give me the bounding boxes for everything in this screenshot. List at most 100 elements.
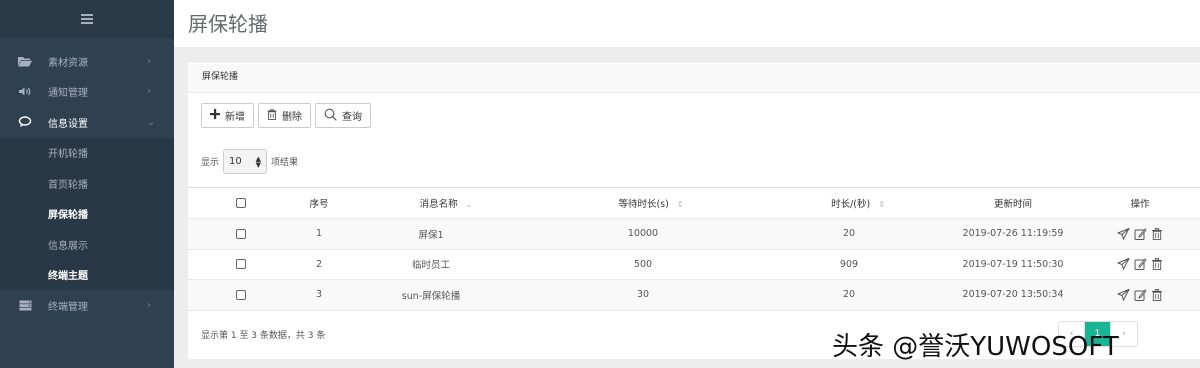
length-prefix: 显示 — [201, 158, 220, 168]
sidebar-subitem-label: 信息展示 — [48, 240, 88, 252]
cell-updated: 2019-07-20 13:50:34 — [962, 289, 1064, 301]
cell-index: 3 — [315, 289, 323, 301]
trash-icon[interactable] — [1152, 258, 1163, 271]
cell-name: 屏保1 — [418, 229, 444, 241]
page-length-value: 10 — [229, 156, 242, 167]
cell-name: 临时员工 — [411, 260, 451, 272]
add-button-label: 新增 — [225, 112, 245, 123]
chevron-down-icon: ⌄ — [147, 116, 156, 128]
sidebar-subitem-label: 终端主题 — [48, 271, 88, 283]
chat-icon — [18, 116, 32, 128]
sidebar-subitem-terminal-theme[interactable]: 终端主题 — [0, 260, 174, 291]
select-all-checkbox-cell — [236, 198, 246, 208]
sidebar-subitem-home-carousel[interactable]: 首页轮播 — [0, 168, 174, 199]
sidebar: 素材资源 › 通知管理 › 信息设置 ⌄ 开机轮播 首页轮播 屏保轮播 信息展示… — [0, 0, 174, 368]
delete-button[interactable]: 删除 — [258, 103, 311, 128]
cell-wait: 30 — [636, 289, 650, 301]
plus-icon — [210, 109, 220, 122]
sidebar-nav: 素材资源 › 通知管理 › 信息设置 ⌄ 开机轮播 首页轮播 屏保轮播 信息展示… — [0, 46, 174, 321]
trash-icon[interactable] — [1152, 288, 1163, 301]
column-header-wait-label: 等待时长(s) — [618, 199, 669, 210]
page-header: 屏保轮播 — [174, 0, 1200, 48]
sort-desc-icon: ⌄ — [465, 200, 473, 209]
folder-icon — [18, 55, 32, 67]
panel-title: 屏保轮播 — [188, 62, 1200, 93]
sidebar-subitem-label: 屏保轮播 — [48, 210, 88, 222]
table-info: 显示第 1 至 3 条数据，共 3 条 — [201, 331, 326, 341]
column-header-name[interactable]: 消息名称 ⌄ — [420, 196, 473, 210]
select-arrows-icon: ▲ ▼ — [255, 154, 262, 169]
chevron-right-icon: › — [147, 299, 151, 311]
row-checkbox[interactable] — [236, 228, 246, 239]
trash-icon[interactable] — [1152, 227, 1163, 240]
column-header-index[interactable]: 序号 — [309, 196, 328, 210]
cell-wait: 500 — [633, 258, 653, 270]
query-button[interactable]: 查询 — [315, 103, 371, 128]
cell-duration: 20 — [842, 289, 856, 301]
sidebar-subitem-label: 首页轮播 — [48, 179, 88, 191]
table-row: 2 临时员工 500 909 2019-07-19 11:50:30 — [188, 250, 1200, 280]
add-button[interactable]: 新增 — [201, 103, 254, 128]
table-row: 1 屏保1 10000 20 2019-07-26 11:19:59 — [188, 219, 1200, 250]
sidebar-item-materials[interactable]: 素材资源 › — [0, 46, 174, 77]
watermark: 头条 @誉沃YUWOSOFT — [832, 332, 1119, 362]
page-length-select[interactable]: 10 ▲ ▼ — [223, 149, 268, 174]
row-actions — [1117, 227, 1163, 240]
toolbar: 新增 删除 查询 — [201, 103, 371, 128]
table-header-row: 序号 消息名称 ⌄ 等待时长(s) ⇕ 时长/(秒) ⇕ 更新时间 操作 — [188, 188, 1200, 219]
cell-duration: 20 — [842, 228, 856, 240]
cell-duration: 909 — [839, 258, 859, 270]
trash-icon — [267, 108, 277, 123]
sidebar-item-label: 通知管理 — [48, 88, 88, 100]
sort-icon: ⇕ — [878, 200, 885, 209]
row-checkbox[interactable] — [236, 259, 246, 270]
column-header-wait[interactable]: 等待时长(s) ⇕ — [618, 196, 683, 210]
query-button-label: 查询 — [342, 112, 362, 123]
speaker-icon — [18, 86, 32, 98]
sidebar-subitem-boot-carousel[interactable]: 开机轮播 — [0, 138, 174, 169]
edit-icon[interactable] — [1134, 289, 1147, 301]
column-header-name-label: 消息名称 — [419, 199, 458, 210]
edit-icon[interactable] — [1134, 258, 1147, 271]
sidebar-subitem-screensaver-carousel[interactable]: 屏保轮播 — [0, 199, 174, 230]
sidebar-item-label: 终端管理 — [48, 301, 88, 313]
column-header-duration[interactable]: 时长/(秒) ⇕ — [831, 196, 885, 210]
column-header-duration-label: 时长/(秒) — [831, 199, 871, 210]
row-actions — [1117, 288, 1163, 301]
cell-index: 2 — [315, 258, 323, 270]
edit-icon[interactable] — [1134, 228, 1147, 240]
menu-toggle-icon[interactable] — [81, 14, 93, 24]
sidebar-item-info-settings[interactable]: 信息设置 ⌄ — [0, 107, 174, 138]
chevron-right-icon: › — [147, 86, 151, 98]
cell-wait: 10000 — [627, 228, 659, 240]
sidebar-header — [0, 0, 174, 38]
cell-name: sun-屏保轮播 — [401, 290, 461, 302]
send-icon[interactable] — [1117, 288, 1130, 301]
sort-icon: ⇕ — [676, 200, 684, 209]
length-suffix: 项结果 — [271, 158, 299, 168]
page-length-control: 显示 10 ▲ ▼ 项结果 — [201, 149, 298, 174]
send-icon[interactable] — [1117, 258, 1130, 271]
content-panel: 屏保轮播 新增 删除 查询 显示 10 ▲ ▼ 项结果 序号 消息名称 ⌄ 等待… — [188, 61, 1200, 359]
row-checkbox-cell — [236, 259, 246, 270]
send-icon[interactable] — [1117, 227, 1130, 240]
row-checkbox-cell — [236, 228, 246, 239]
column-header-updated[interactable]: 更新时间 — [994, 196, 1032, 210]
row-checkbox-cell — [236, 289, 246, 300]
select-all-checkbox[interactable] — [236, 198, 246, 208]
cell-updated: 2019-07-19 11:50:30 — [962, 258, 1064, 270]
data-table: 序号 消息名称 ⌄ 等待时长(s) ⇕ 时长/(秒) ⇕ 更新时间 操作 1 屏保1 … — [188, 187, 1200, 311]
sidebar-submenu: 开机轮播 首页轮播 屏保轮播 信息展示 终端主题 — [0, 137, 174, 291]
sidebar-subitem-label: 开机轮播 — [48, 149, 88, 161]
row-actions — [1117, 258, 1163, 271]
sidebar-item-notices[interactable]: 通知管理 › — [0, 77, 174, 108]
search-icon — [324, 108, 337, 124]
chevron-right-icon: › — [147, 55, 151, 67]
server-icon — [18, 299, 32, 311]
delete-button-label: 删除 — [282, 112, 302, 123]
cell-index: 1 — [315, 228, 323, 240]
sidebar-subitem-info-display[interactable]: 信息展示 — [0, 229, 174, 260]
row-checkbox[interactable] — [236, 289, 246, 300]
sidebar-item-terminal-management[interactable]: 终端管理 › — [0, 290, 174, 321]
table-row: 3 sun-屏保轮播 30 20 2019-07-20 13:50:34 — [188, 280, 1200, 311]
